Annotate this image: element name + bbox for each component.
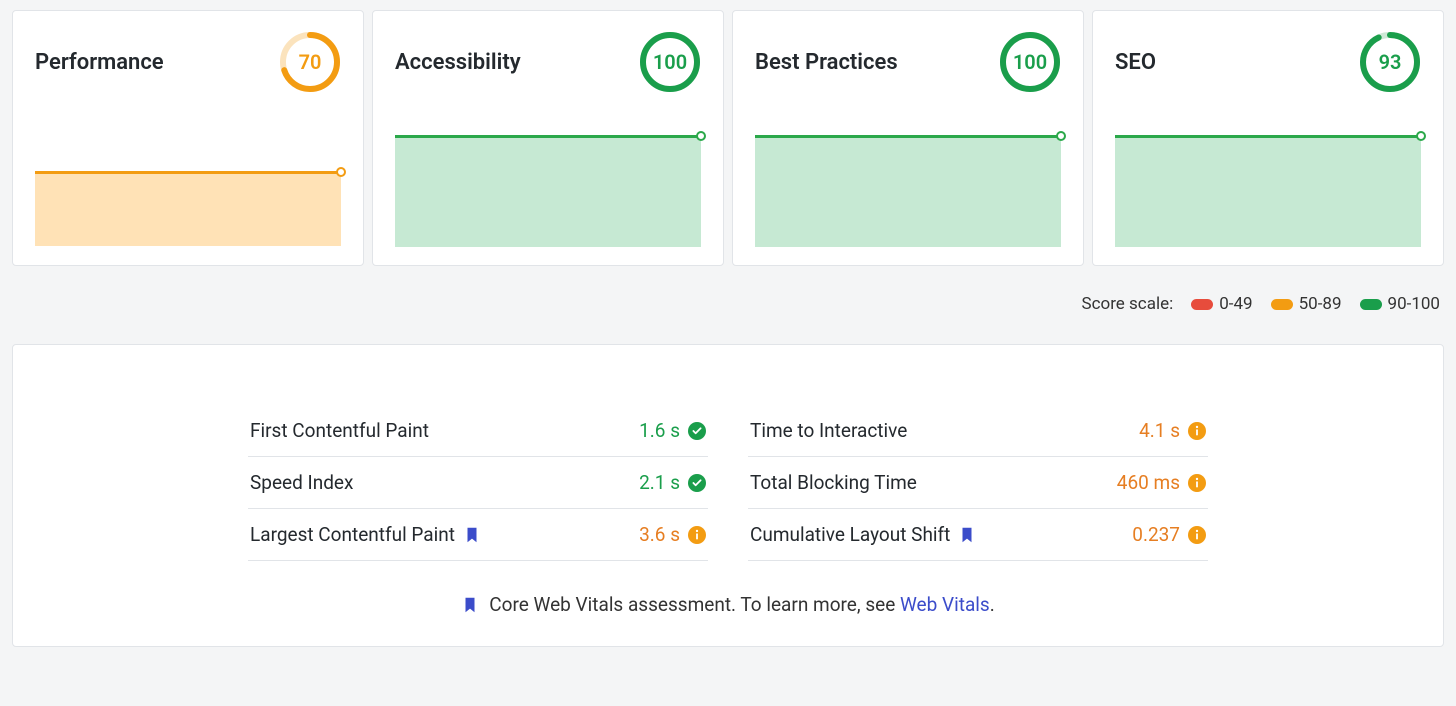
check-circle-icon <box>688 474 706 492</box>
check-circle-icon <box>688 422 706 440</box>
web-vitals-link[interactable]: Web Vitals <box>900 593 990 616</box>
metric-speed-index[interactable]: Speed Index 2.1 s <box>248 457 708 509</box>
score-cards: Performance 70 Accessibility 100 <box>12 10 1444 266</box>
bookmark-icon <box>461 596 479 614</box>
best-practices-card[interactable]: Best Practices 100 <box>732 10 1084 266</box>
card-title: Performance <box>35 50 164 75</box>
accessibility-card[interactable]: Accessibility 100 <box>372 10 724 266</box>
accessibility-gauge: 100 <box>639 31 701 93</box>
info-circle-icon <box>1188 422 1206 440</box>
legend-range-mid: 50-89 <box>1271 294 1342 314</box>
seo-gauge: 93 <box>1359 31 1421 93</box>
legend-pill-green <box>1360 299 1382 310</box>
performance-sparkline <box>35 171 341 246</box>
metric-first-contentful-paint[interactable]: First Contentful Paint 1.6 s <box>248 405 708 457</box>
card-title: SEO <box>1115 50 1156 75</box>
info-circle-icon <box>1188 526 1206 544</box>
metric-time-to-interactive[interactable]: Time to Interactive 4.1 s <box>748 405 1208 457</box>
metric-largest-contentful-paint[interactable]: Largest Contentful Paint 3.6 s <box>248 509 708 561</box>
metrics-column-right: Time to Interactive 4.1 s Total Blocking… <box>748 405 1208 561</box>
best-practices-sparkline <box>755 135 1061 247</box>
bookmark-icon <box>958 526 976 544</box>
performance-card[interactable]: Performance 70 <box>12 10 364 266</box>
accessibility-sparkline <box>395 135 701 247</box>
card-title: Best Practices <box>755 50 898 75</box>
legend-pill-orange <box>1271 299 1293 310</box>
legend-range-high: 90-100 <box>1360 294 1440 314</box>
legend-range-low: 0-49 <box>1191 294 1252 314</box>
performance-gauge: 70 <box>279 31 341 93</box>
legend-pill-red <box>1191 299 1213 310</box>
seo-sparkline <box>1115 135 1421 247</box>
metrics-panel: First Contentful Paint 1.6 s Speed Index… <box>12 344 1444 647</box>
legend-label: Score scale: <box>1082 294 1174 314</box>
info-circle-icon <box>688 526 706 544</box>
seo-card[interactable]: SEO 93 <box>1092 10 1444 266</box>
metrics-column-left: First Contentful Paint 1.6 s Speed Index… <box>248 405 708 561</box>
best-practices-gauge: 100 <box>999 31 1061 93</box>
score-scale-legend: Score scale: 0-49 50-89 90-100 <box>12 294 1440 314</box>
metric-cumulative-layout-shift[interactable]: Cumulative Layout Shift 0.237 <box>748 509 1208 561</box>
core-web-vitals-footnote: Core Web Vitals assessment. To learn mor… <box>13 593 1443 616</box>
metric-total-blocking-time[interactable]: Total Blocking Time 460 ms <box>748 457 1208 509</box>
info-circle-icon <box>1188 474 1206 492</box>
card-title: Accessibility <box>395 50 521 75</box>
bookmark-icon <box>463 526 481 544</box>
